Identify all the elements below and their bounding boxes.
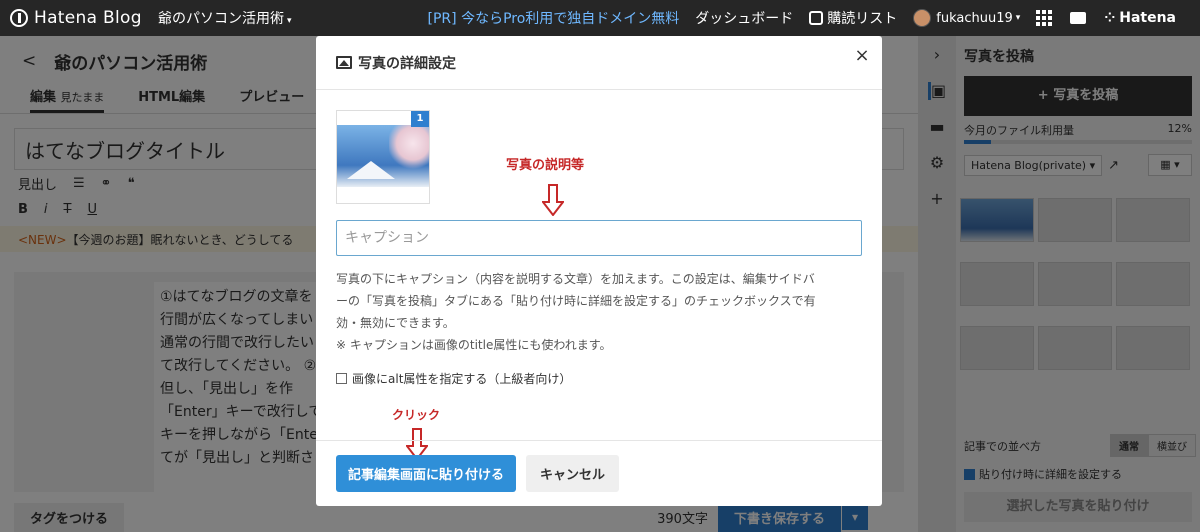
help-line: 効・無効にできます。 <box>336 316 455 330</box>
hatena-label: Hatena <box>1119 10 1176 26</box>
annotation-arrow-down-icon <box>542 184 564 216</box>
blog-switcher[interactable]: 爺のパソコン活用術 ▾ <box>158 8 292 28</box>
photo-detail-modal: 写真の詳細設定 × 1 写真の説明等 写真の下にキャプション（内容を説明する文章… <box>316 36 882 506</box>
hatena-dots-icon: ⁘ <box>1104 10 1116 26</box>
chevron-down-icon: ▾ <box>1015 13 1021 23</box>
help-line: ーの「写真を投稿」タブにある「貼り付け時に詳細を設定する」のチェックボックスで有 <box>336 294 816 308</box>
photo-preview <box>337 125 429 187</box>
apps-grid-icon[interactable] <box>1036 10 1053 26</box>
notification-bubble-icon[interactable] <box>1070 12 1087 24</box>
help-line: ※ キャプションは画像のtitle属性にも使われます。 <box>336 338 612 352</box>
reader-label: 購読リスト <box>827 11 898 27</box>
alt-checkbox[interactable] <box>336 373 347 384</box>
paste-to-editor-button[interactable]: 記事編集画面に貼り付ける <box>336 455 517 492</box>
reader-link[interactable]: 購読リスト <box>809 8 897 28</box>
modal-footer: 記事編集画面に貼り付ける キャンセル <box>316 440 882 506</box>
annotation-click: クリック <box>392 408 441 422</box>
avatar <box>913 9 932 27</box>
logo-text: Hatena Blog <box>34 8 142 28</box>
cancel-button[interactable]: キャンセル <box>526 455 620 492</box>
mountain-shape <box>347 161 395 179</box>
caption-input[interactable] <box>336 220 862 256</box>
global-header: Hatena Blog 爺のパソコン活用術 ▾ [PR] 今ならPro利用で独自ド… <box>0 0 1200 36</box>
alt-attribute-option[interactable]: 画像にalt属性を指定する（上級者向け） <box>336 370 571 387</box>
close-icon[interactable]: × <box>852 46 872 66</box>
caption-help-text: 写真の下にキャプション（内容を説明する文章）を加えます。この設定は、編集サイドバ… <box>336 268 866 356</box>
annotation-description: 写真の説明等 <box>506 158 585 173</box>
dashboard-link[interactable]: ダッシュボード <box>695 8 793 28</box>
hatena-menu[interactable]: ⁘ Hatena <box>1104 10 1176 26</box>
hatena-blog-logo[interactable]: Hatena Blog <box>0 8 150 28</box>
chevron-down-icon: ▾ <box>287 16 292 26</box>
hatena-logo-icon <box>10 9 28 27</box>
photo-number-badge: 1 <box>411 111 429 127</box>
blossom-shape <box>389 125 429 171</box>
selected-photo-thumbnail: 1 <box>336 110 430 204</box>
help-line: 写真の下にキャプション（内容を説明する文章）を加えます。この設定は、編集サイドバ <box>336 272 815 286</box>
modal-header: 写真の詳細設定 <box>316 36 882 90</box>
username: fukachuu19 <box>936 10 1013 26</box>
image-icon <box>336 56 352 69</box>
reader-icon <box>809 11 824 25</box>
pr-link[interactable]: [PR] 今ならPro利用で独自ドメイン無料 <box>428 8 680 28</box>
modal-title: 写真の詳細設定 <box>358 55 456 72</box>
blog-switcher-label: 爺のパソコン活用術 <box>158 11 284 27</box>
user-menu[interactable]: fukachuu19 ▾ <box>913 9 1020 27</box>
alt-checkbox-label: 画像にalt属性を指定する（上級者向け） <box>352 372 572 386</box>
